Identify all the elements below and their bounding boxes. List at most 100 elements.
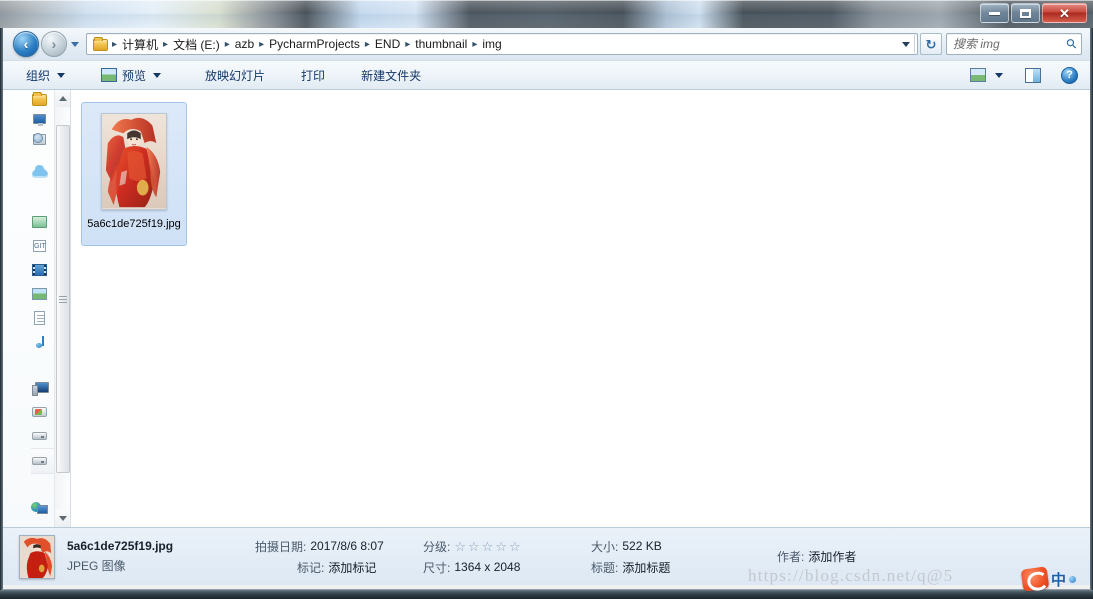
details-date-taken-label: 拍摄日期: — [255, 539, 307, 554]
sidebar-item-pictures[interactable] — [31, 282, 54, 306]
minimize-button[interactable] — [980, 3, 1009, 23]
details-file-name-line: 5a6c1de725f19.jpg — [67, 539, 255, 553]
nav-gap-4 — [31, 474, 54, 496]
documents-icon — [31, 310, 49, 326]
chevron-down-icon — [901, 41, 910, 47]
drive-icon — [31, 428, 49, 444]
details-author-value[interactable]: 添加作者 — [808, 548, 856, 565]
breadcrumb-item-pycharmprojects[interactable]: PycharmProjects — [265, 36, 364, 52]
slideshow-label: 放映幻灯片 — [205, 68, 266, 83]
history-dropdown-button[interactable] — [67, 31, 83, 57]
command-toolbar: 组织 预览 放映幻灯片 打印 新建文件夹 ? — [3, 60, 1090, 90]
details-file-type-line: JPEG 图像 — [67, 557, 255, 574]
breadcrumb-item-azb[interactable]: azb — [231, 36, 258, 52]
navigation-pane: GIT — [3, 90, 71, 527]
sogou-ime-indicator[interactable]: 中 — [1020, 566, 1077, 592]
sidebar-item-onedrive[interactable] — [31, 160, 54, 186]
scrollbar-thumb[interactable] — [56, 125, 70, 473]
sidebar-item-git[interactable]: GIT — [31, 234, 54, 258]
sidebar-item-desktop[interactable] — [31, 110, 54, 130]
details-size-value: 522 KB — [622, 539, 662, 553]
rating-stars[interactable]: ☆ ☆ ☆ ☆ ☆ — [454, 540, 520, 553]
details-thumbnail — [19, 534, 55, 579]
help-button[interactable]: ? — [1055, 63, 1084, 88]
back-button[interactable]: ‹ — [13, 31, 39, 57]
breadcrumb-separator-6: ▸ — [472, 38, 478, 50]
sidebar-item-libraries[interactable] — [31, 210, 54, 234]
maximize-button[interactable] — [1011, 3, 1040, 23]
sidebar-item-music[interactable] — [31, 330, 54, 354]
details-column-size: 大小: 522 KB 标题: 添加标题 — [591, 538, 777, 576]
scroll-up-arrow[interactable] — [55, 90, 70, 107]
explorer-window: ✕ ‹ › ▸ 计算机 ▸ 文档 (E:) ▸ azb ▸ PycharmPro… — [0, 0, 1093, 599]
forward-arrow-icon: › — [51, 36, 57, 52]
preview-pane-button[interactable] — [1019, 64, 1047, 87]
details-column-author: 作者: 添加作者 — [777, 548, 957, 565]
sidebar-item-drive-d[interactable] — [31, 424, 54, 448]
details-thumbnail-image — [20, 535, 54, 578]
sidebar-item-drive-e[interactable] — [31, 448, 54, 474]
aero-glass-background — [0, 0, 1093, 28]
desktop-icon — [31, 112, 49, 128]
breadcrumb-item-documents-e[interactable]: 文档 (E:) — [169, 35, 224, 54]
close-button[interactable]: ✕ — [1042, 3, 1087, 23]
search-box[interactable]: ⚲ — [946, 33, 1082, 55]
nav-gap-1 — [31, 150, 54, 160]
navigation-pane-scrollbar[interactable] — [54, 90, 70, 527]
window-controls: ✕ — [980, 3, 1087, 23]
breadcrumb-separator-0: ▸ — [112, 38, 118, 50]
breadcrumb-item-end[interactable]: END — [371, 36, 404, 52]
forward-button[interactable]: › — [41, 31, 67, 57]
git-folder-icon: GIT — [31, 238, 49, 254]
breadcrumb-item-computer[interactable]: 计算机 — [118, 35, 162, 54]
breadcrumb-separator-2: ▸ — [224, 38, 230, 50]
details-tags-value[interactable]: 添加标记 — [328, 559, 376, 576]
ime-status-dot-icon — [1069, 575, 1077, 583]
search-input[interactable] — [953, 37, 1068, 51]
folder-icon — [92, 37, 108, 51]
file-item[interactable]: 5a6c1de725f19.jpg — [81, 102, 187, 246]
sidebar-item-favorites[interactable] — [31, 90, 54, 110]
preview-button[interactable]: 预览 — [92, 63, 170, 88]
details-date-taken-value[interactable]: 2017/8/6 8:07 — [310, 539, 383, 553]
rating-star-4[interactable]: ☆ — [495, 540, 507, 553]
rating-star-3[interactable]: ☆ — [482, 540, 494, 553]
address-dropdown-button[interactable] — [897, 34, 914, 54]
system-drive-icon — [31, 404, 49, 420]
breadcrumb-item-thumbnail[interactable]: thumbnail — [411, 36, 471, 52]
rating-star-5[interactable]: ☆ — [509, 540, 521, 553]
slideshow-button[interactable]: 放映幻灯片 — [196, 63, 274, 88]
sidebar-item-recent-places[interactable] — [31, 130, 54, 150]
rating-star-1[interactable]: ☆ — [454, 540, 466, 553]
preview-label: 预览 — [122, 68, 147, 83]
details-column-rating: 分级: ☆ ☆ ☆ ☆ ☆ 尺寸: 1364 x 2048 — [423, 538, 591, 576]
sidebar-item-videos[interactable] — [31, 258, 54, 282]
sidebar-item-system-drive[interactable] — [31, 400, 54, 424]
new-folder-button[interactable]: 新建文件夹 — [352, 63, 430, 88]
ime-language-label[interactable]: 中 — [1051, 569, 1066, 590]
scrollbar-grip-icon — [59, 295, 67, 303]
details-tags-line: 标记: 添加标记 — [255, 559, 423, 576]
file-list-view[interactable]: 5a6c1de725f19.jpg — [71, 90, 1090, 527]
details-date-taken-line: 拍摄日期: 2017/8/6 8:07 — [255, 538, 423, 555]
file-thumbnail — [101, 113, 167, 210]
file-name-label: 5a6c1de725f19.jpg — [87, 218, 181, 230]
breadcrumb-address-bar[interactable]: ▸ 计算机 ▸ 文档 (E:) ▸ azb ▸ PycharmProjects … — [86, 33, 918, 55]
sidebar-item-computer[interactable] — [31, 376, 54, 400]
breadcrumb-separator-1: ▸ — [163, 38, 169, 50]
triangle-up-icon — [59, 96, 67, 101]
scroll-down-arrow[interactable] — [55, 510, 70, 527]
organize-button[interactable]: 组织 — [17, 63, 74, 88]
details-rating-label: 分级: — [423, 539, 451, 554]
organize-label: 组织 — [26, 68, 51, 83]
rating-star-2[interactable]: ☆ — [468, 540, 480, 553]
view-mode-button[interactable] — [964, 64, 1009, 86]
sidebar-item-documents[interactable] — [31, 306, 54, 330]
sidebar-item-network[interactable] — [31, 496, 54, 520]
details-title-value[interactable]: 添加标题 — [622, 559, 670, 576]
breadcrumb-item-img[interactable]: img — [478, 36, 505, 52]
print-button[interactable]: 打印 — [292, 63, 334, 88]
refresh-button[interactable]: ↻ — [920, 33, 942, 55]
details-size-label: 大小: — [591, 539, 619, 554]
libraries-icon — [31, 214, 49, 230]
